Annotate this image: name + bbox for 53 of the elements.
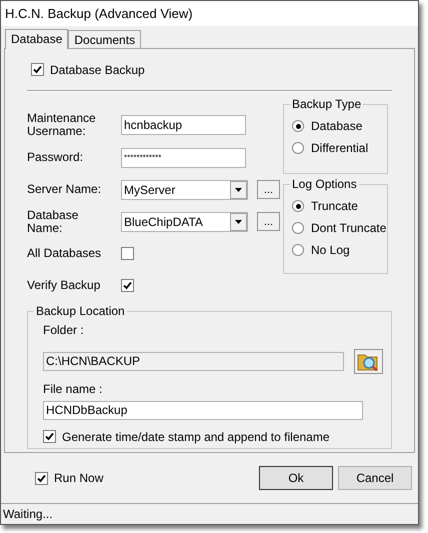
checkmark-icon bbox=[123, 281, 132, 290]
dropdown-field[interactable]: BlueChipDATA bbox=[121, 212, 248, 232]
field-label: Password: bbox=[27, 151, 84, 164]
checkmark-icon bbox=[33, 65, 42, 74]
radio-button[interactable] bbox=[292, 120, 304, 132]
field-label: Verify Backup bbox=[27, 279, 102, 292]
dialog-button[interactable]: Cancel bbox=[338, 466, 412, 490]
group-title: Backup Type bbox=[290, 96, 364, 111]
checkbox[interactable] bbox=[35, 472, 48, 485]
field-label: File name : bbox=[43, 380, 104, 398]
radio-label: Dont Truncate bbox=[311, 220, 386, 238]
dropdown-field[interactable]: MyServer bbox=[121, 180, 248, 200]
checkmark-icon bbox=[37, 474, 46, 483]
dialog-button[interactable]: Ok bbox=[259, 466, 333, 490]
radio-button[interactable] bbox=[292, 200, 304, 212]
radio-label: Truncate bbox=[311, 198, 358, 216]
folder-search-icon bbox=[357, 352, 380, 371]
radio-button[interactable] bbox=[292, 244, 304, 256]
radio-button[interactable] bbox=[292, 222, 304, 234]
checkbox[interactable] bbox=[121, 279, 134, 292]
tab[interactable]: Documents bbox=[68, 30, 142, 48]
caret-icon bbox=[235, 188, 242, 192]
radio-label: Differential bbox=[311, 140, 368, 158]
checkmark-icon bbox=[45, 432, 54, 442]
input-field[interactable]: hcnbackup bbox=[121, 114, 246, 135]
field-label: Folder : bbox=[43, 322, 85, 339]
checkbox[interactable] bbox=[31, 63, 44, 76]
group-title: Log Options bbox=[290, 176, 359, 191]
status-text: Waiting... bbox=[3, 506, 53, 524]
checkbox-label: Database Backup bbox=[50, 62, 145, 79]
checkbox-label: Generate time/date stamp and append to filename bbox=[62, 428, 330, 446]
browse-button[interactable]: ... bbox=[257, 180, 280, 200]
dropdown-button[interactable] bbox=[230, 212, 247, 231]
checkbox-label: Run Now bbox=[54, 470, 104, 488]
group-title: Backup Location bbox=[34, 304, 127, 318]
field-label: Database Name: bbox=[27, 208, 80, 235]
browse-button[interactable]: ... bbox=[257, 212, 280, 232]
tab[interactable]: Database bbox=[5, 28, 68, 49]
window-title: H.C.N. Backup (Advanced View) bbox=[5, 4, 193, 23]
field-label: Maintenance Username: bbox=[27, 112, 97, 138]
folder-field: C:\HCN\BACKUP bbox=[43, 352, 344, 371]
radio-button[interactable] bbox=[292, 142, 304, 154]
dropdown-button[interactable] bbox=[230, 180, 247, 199]
browse-folder-button[interactable] bbox=[354, 348, 383, 374]
checkbox[interactable] bbox=[121, 247, 134, 260]
input-field[interactable]: ************ bbox=[121, 148, 246, 168]
input-field[interactable]: HCNDbBackup bbox=[43, 400, 363, 420]
caret-icon bbox=[235, 220, 242, 224]
radio-label: Database bbox=[311, 118, 362, 136]
radio-label: No Log bbox=[311, 242, 350, 260]
checkbox[interactable] bbox=[43, 430, 56, 444]
field-label: All Databases bbox=[27, 247, 102, 260]
field-label: Server Name: bbox=[27, 183, 102, 196]
